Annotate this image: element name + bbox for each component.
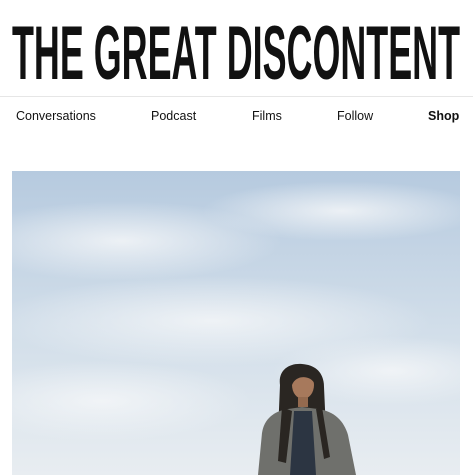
nav-follow[interactable]: Follow bbox=[337, 109, 373, 123]
portrait-photo bbox=[12, 171, 460, 475]
nav-podcast[interactable]: Podcast bbox=[151, 109, 196, 123]
nav-conversations[interactable]: Conversations bbox=[16, 109, 96, 123]
hero-image[interactable] bbox=[12, 171, 460, 475]
main-nav: Conversations Podcast Films Follow Shop bbox=[0, 97, 473, 137]
site-title: THE GREAT DISCONTENT bbox=[12, 19, 460, 83]
nav-films[interactable]: Films bbox=[252, 109, 282, 123]
site-logo[interactable]: THE GREAT DISCONTENT bbox=[12, 19, 460, 83]
page: THE GREAT DISCONTENT Conversations Podca… bbox=[0, 0, 473, 475]
site-logo-wordmark: THE GREAT DISCONTENT bbox=[12, 19, 460, 83]
nav-shop[interactable]: Shop bbox=[428, 109, 459, 123]
